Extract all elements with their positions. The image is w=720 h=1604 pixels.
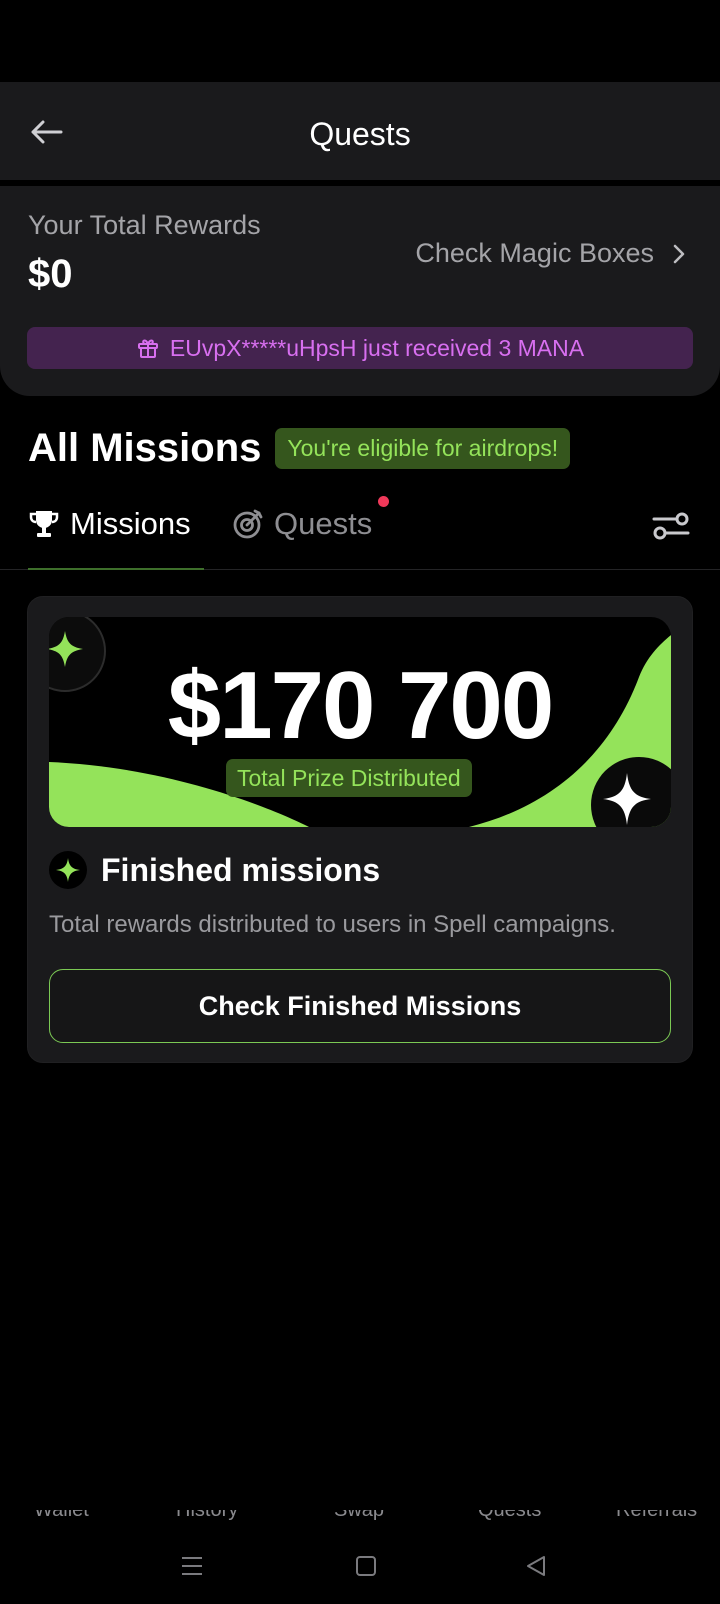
gift-icon	[137, 339, 158, 358]
check-finished-missions-button[interactable]: Check Finished Missions	[49, 969, 671, 1043]
bottom-nav: Wallet History Swap Quests Referrals	[0, 1510, 720, 1532]
system-navigation-bar	[0, 1540, 720, 1596]
chevron-right-icon	[673, 244, 685, 263]
app-header: Quests	[0, 82, 720, 182]
prize-amount: $170 700	[167, 652, 554, 759]
check-magic-boxes-link[interactable]: Check Magic Boxes	[415, 238, 686, 269]
total-rewards-label: Your Total Rewards	[28, 210, 261, 240]
nav-item-history[interactable]: History	[176, 1510, 238, 1522]
prize-label: Total Prize Distributed	[226, 759, 472, 797]
nav-item-referrals[interactable]: Referrals	[616, 1510, 697, 1522]
nav-item-swap[interactable]: Swap	[334, 1510, 384, 1522]
reward-ticker: EUvpX*****uHpsH just received 3 MANA	[27, 327, 693, 369]
prize-banner: $170 700 Total Prize Distributed	[49, 617, 671, 827]
status-bar	[0, 0, 720, 82]
finished-missions-title: Finished missions	[101, 851, 381, 888]
active-tab-indicator	[28, 568, 204, 570]
all-missions-title: All Missions	[28, 426, 262, 470]
menu-icon[interactable]	[180, 1554, 204, 1583]
notification-dot	[378, 496, 389, 507]
target-icon	[233, 509, 263, 539]
missions-header: All Missions You're eligible for airdrop…	[28, 426, 571, 471]
tab-quests-label: Quests	[274, 506, 373, 541]
filter-button[interactable]	[652, 510, 690, 542]
sparkle-icon	[49, 851, 87, 889]
tab-quests[interactable]: Quests	[232, 506, 372, 542]
tab-missions[interactable]: Missions	[28, 506, 191, 542]
trophy-icon	[29, 511, 59, 537]
finished-missions-card: $170 700 Total Prize Distributed Finishe…	[27, 596, 693, 1063]
sliders-icon	[652, 512, 690, 540]
total-rewards-value: $0	[28, 252, 73, 296]
home-square-icon[interactable]	[354, 1554, 378, 1583]
mission-tabs: Missions Quests	[0, 490, 720, 570]
page-title: Quests	[309, 116, 411, 152]
rewards-card: Your Total Rewards $0 Check Magic Boxes …	[0, 186, 720, 396]
finished-missions-heading: Finished missions	[49, 851, 380, 889]
nav-item-quests[interactable]: Quests	[478, 1510, 541, 1522]
finished-missions-description: Total rewards distributed to users in Sp…	[49, 911, 616, 938]
back-triangle-icon[interactable]	[524, 1554, 548, 1583]
eligible-badge: You're eligible for airdrops!	[275, 428, 571, 469]
magic-boxes-label: Check Magic Boxes	[415, 238, 654, 268]
nav-item-wallet[interactable]: Wallet	[34, 1510, 89, 1522]
ticker-text: EUvpX*****uHpsH just received 3 MANA	[169, 334, 585, 361]
tab-missions-label: Missions	[70, 506, 191, 541]
